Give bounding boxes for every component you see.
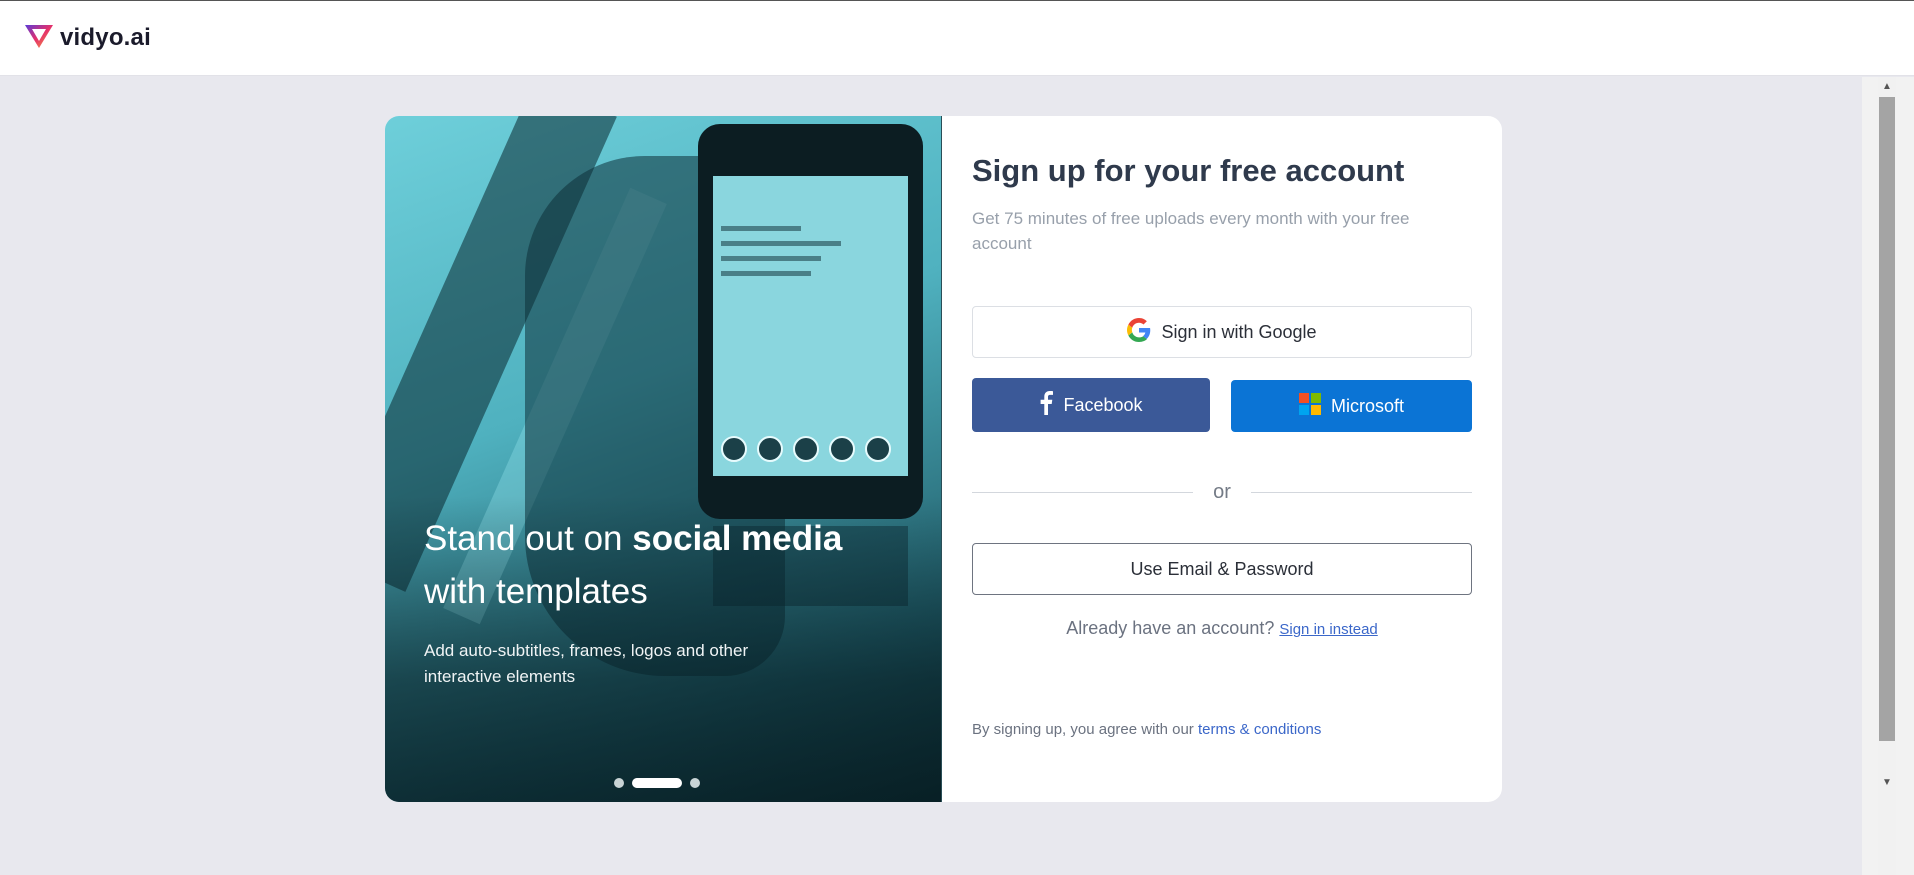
facebook-signin-label: Facebook: [1063, 394, 1143, 415]
hero-title-part2: with templates: [424, 572, 648, 611]
email-password-button[interactable]: Use Email & Password: [972, 543, 1472, 595]
have-account-row: Already have an account? Sign in instead: [972, 618, 1472, 639]
scroll-up-arrow-icon[interactable]: ▲: [1881, 81, 1893, 93]
scrollbar-thumb[interactable]: [1879, 97, 1895, 741]
microsoft-signin-label: Microsoft: [1330, 395, 1404, 416]
vidyo-logo-icon: [24, 22, 54, 55]
hero-image-phone-screen: [713, 176, 908, 476]
terms-link[interactable]: terms & conditions: [1198, 721, 1321, 738]
divider-line: [972, 491, 1194, 493]
divider-text: or: [1213, 480, 1231, 503]
facebook-icon: [1039, 390, 1054, 420]
terms-notice: By signing up, you agree with our terms …: [972, 721, 1321, 738]
brand-name: vidyo.ai: [60, 24, 151, 51]
hero-subtitle: Add auto-subtitles, frames, logos and ot…: [424, 641, 749, 686]
google-signin-button[interactable]: Sign in with Google: [972, 306, 1472, 358]
facebook-signin-button[interactable]: Facebook: [972, 378, 1210, 432]
email-password-label: Use Email & Password: [1130, 558, 1314, 579]
phone-screen-line: [721, 256, 821, 261]
carousel-dot[interactable]: [690, 778, 700, 788]
carousel-dots: [614, 778, 700, 788]
carousel-dot-active[interactable]: [632, 778, 682, 788]
phone-story-circle: [721, 436, 747, 462]
top-navbar: vidyo.ai: [0, 0, 1914, 76]
hero-title: Stand out on social media with templates: [424, 512, 894, 618]
hero-carousel: Stand out on social media with templates…: [385, 116, 942, 802]
signup-form: Sign up for your free account Get 75 min…: [942, 116, 1502, 802]
phone-screen-line: [721, 241, 841, 246]
phone-screen-line: [721, 271, 811, 276]
microsoft-icon: [1298, 392, 1321, 420]
microsoft-signin-button[interactable]: Microsoft: [1231, 380, 1472, 432]
signup-card: Stand out on social media with templates…: [385, 116, 1502, 802]
hero-title-part1: Stand out on: [424, 519, 633, 558]
sign-in-link[interactable]: Sign in instead: [1279, 621, 1377, 638]
page-subtitle: Get 75 minutes of free uploads every mon…: [972, 209, 1410, 253]
phone-story-circle: [829, 436, 855, 462]
carousel-dot[interactable]: [614, 778, 624, 788]
phone-story-circle: [757, 436, 783, 462]
phone-story-circle: [793, 436, 819, 462]
or-divider: or: [972, 480, 1473, 504]
terms-text: By signing up, you agree with our: [972, 721, 1194, 738]
hero-title-bold: social media: [632, 519, 843, 558]
divider-line: [1250, 491, 1473, 493]
page-title: Sign up for your free account: [972, 153, 1405, 188]
phone-screen-line: [721, 226, 801, 231]
scroll-down-arrow-icon[interactable]: ▼: [1881, 777, 1893, 789]
google-signin-label: Sign in with Google: [1161, 321, 1317, 342]
phone-story-circle: [865, 436, 891, 462]
have-account-text: Already have an account?: [1066, 618, 1275, 638]
brand-logo[interactable]: vidyo.ai: [24, 22, 151, 55]
google-icon: [1127, 317, 1151, 347]
page-scrollbar[interactable]: ▲ ▼: [1862, 77, 1914, 875]
